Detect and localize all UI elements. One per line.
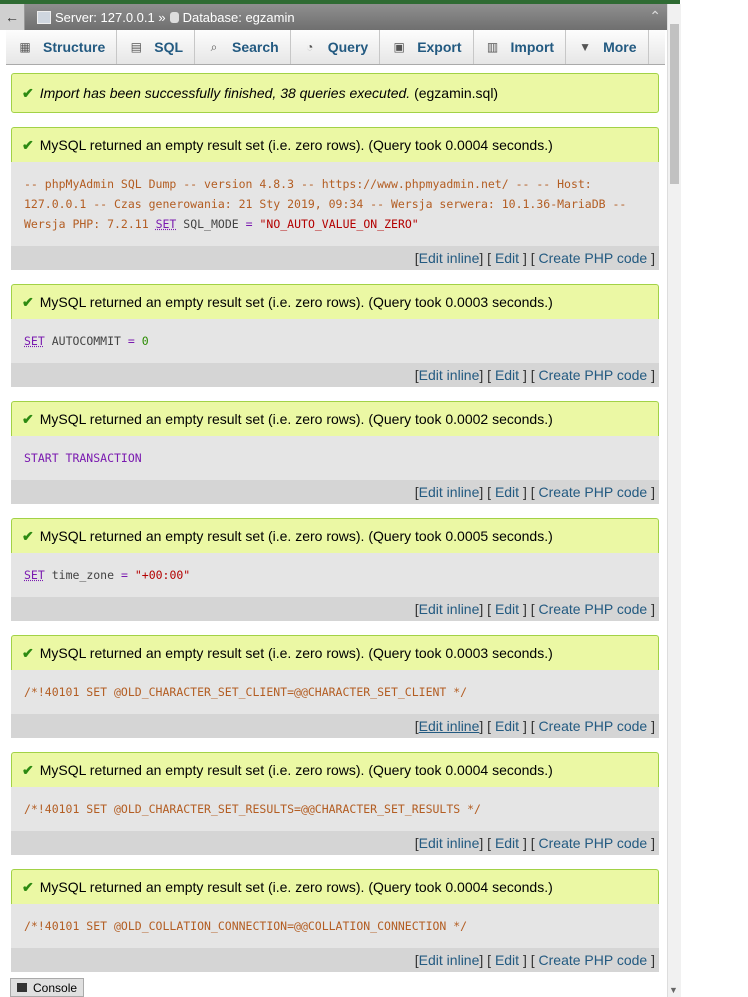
console-label: Console bbox=[33, 980, 78, 995]
check-icon: ✔ bbox=[22, 293, 34, 310]
sql-query: /*!40101 SET @OLD_CHARACTER_SET_RESULTS=… bbox=[11, 787, 659, 831]
tab-sql[interactable]: ▤ SQL bbox=[117, 30, 196, 64]
database-icon bbox=[169, 11, 179, 23]
result-message: ✔ MySQL returned an empty result set (i.e… bbox=[11, 127, 659, 162]
result-message: ✔ MySQL returned an empty result set (i.e… bbox=[11, 869, 659, 904]
query-result: ✔ MySQL returned an empty result set (i.e… bbox=[11, 401, 659, 504]
sql-query: -- phpMyAdmin SQL Dump -- version 4.8.3 … bbox=[11, 162, 659, 246]
sql-query: SET AUTOCOMMIT = 0 bbox=[11, 319, 659, 363]
structure-icon: ▦ bbox=[19, 40, 31, 54]
sql-query: SET time_zone = "+00:00" bbox=[11, 553, 659, 597]
back-arrow-icon: ← bbox=[5, 9, 19, 25]
query-actions: [Edit inline] [ Edit ] [ Create PHP code… bbox=[11, 831, 659, 855]
result-message: ✔ MySQL returned an empty result set (i.e… bbox=[11, 284, 659, 319]
check-icon: ✔ bbox=[22, 410, 34, 427]
tab-search[interactable]: ⌕ Search bbox=[195, 30, 291, 64]
create-php-code-link[interactable]: Create PHP code bbox=[539, 952, 648, 968]
console-button[interactable]: Console bbox=[10, 978, 84, 997]
results-panel: ✔ Import has been successfully finished,… bbox=[11, 73, 659, 972]
scroll-down-icon[interactable]: ▼ bbox=[669, 985, 678, 995]
breadcrumb-database[interactable]: Database: egzamin bbox=[183, 10, 295, 25]
check-icon: ✔ bbox=[22, 644, 34, 661]
query-result: ✔ MySQL returned an empty result set (i.e… bbox=[11, 284, 659, 387]
check-icon: ✔ bbox=[22, 527, 34, 544]
result-message: ✔ MySQL returned an empty result set (i.e… bbox=[11, 518, 659, 553]
sql-icon: ▤ bbox=[130, 40, 142, 54]
query-result: ✔ MySQL returned an empty result set (i.e… bbox=[11, 752, 659, 855]
query-icon: ◔ bbox=[306, 40, 314, 54]
import-success-notice: ✔ Import has been successfully finished,… bbox=[11, 73, 659, 113]
query-actions: [Edit inline] [ Edit ] [ Create PHP code… bbox=[11, 246, 659, 270]
edit-link[interactable]: Edit bbox=[495, 367, 519, 383]
scrollbar-thumb[interactable] bbox=[670, 24, 679, 184]
result-message: ✔ MySQL returned an empty result set (i.e… bbox=[11, 635, 659, 670]
query-result: ✔ MySQL returned an empty result set (i.e… bbox=[11, 127, 659, 270]
tab-import[interactable]: ▥ Import bbox=[474, 30, 567, 64]
edit-inline-link[interactable]: Edit inline bbox=[419, 367, 480, 383]
edit-inline-link[interactable]: Edit inline bbox=[419, 718, 480, 734]
query-actions: [Edit inline] [ Edit ] [ Create PHP code… bbox=[11, 948, 659, 972]
check-icon: ✔ bbox=[22, 761, 34, 778]
collapse-icon[interactable]: ⌃ bbox=[649, 8, 661, 25]
edit-inline-link[interactable]: Edit inline bbox=[419, 952, 480, 968]
edit-link[interactable]: Edit bbox=[495, 484, 519, 500]
edit-link[interactable]: Edit bbox=[495, 718, 519, 734]
edit-link[interactable]: Edit bbox=[495, 250, 519, 266]
query-actions: [Edit inline] [ Edit ] [ Create PHP code… bbox=[11, 363, 659, 387]
edit-link[interactable]: Edit bbox=[495, 601, 519, 617]
server-breadcrumb-bar: ← Server: 127.0.0.1 » Database: egzamin … bbox=[0, 4, 667, 30]
result-message: ✔ MySQL returned an empty result set (i.e… bbox=[11, 401, 659, 436]
check-icon: ✔ bbox=[22, 84, 34, 101]
vertical-scrollbar[interactable]: ▼ bbox=[667, 4, 681, 997]
sql-query: /*!40101 SET @OLD_CHARACTER_SET_CLIENT=@… bbox=[11, 670, 659, 714]
import-icon: ▥ bbox=[486, 40, 499, 54]
tab-more[interactable]: ▼ More bbox=[566, 30, 649, 64]
create-php-code-link[interactable]: Create PHP code bbox=[539, 835, 648, 851]
query-result: ✔ MySQL returned an empty result set (i.e… bbox=[11, 518, 659, 621]
query-actions: [Edit inline] [ Edit ] [ Create PHP code… bbox=[11, 597, 659, 621]
check-icon: ✔ bbox=[22, 878, 34, 895]
edit-inline-link[interactable]: Edit inline bbox=[419, 601, 480, 617]
edit-link[interactable]: Edit bbox=[495, 952, 519, 968]
breadcrumb-server[interactable]: Server: 127.0.0.1 » bbox=[55, 10, 166, 25]
edit-inline-link[interactable]: Edit inline bbox=[419, 835, 480, 851]
create-php-code-link[interactable]: Create PHP code bbox=[539, 484, 648, 500]
sql-query: START TRANSACTION bbox=[11, 436, 659, 480]
tab-structure[interactable]: ▦ Structure bbox=[6, 30, 118, 64]
server-icon bbox=[37, 10, 51, 24]
sql-query: /*!40101 SET @OLD_COLLATION_CONNECTION=@… bbox=[11, 904, 659, 948]
export-icon: ▣ bbox=[393, 40, 405, 54]
query-result: ✔ MySQL returned an empty result set (i.e… bbox=[11, 635, 659, 738]
query-result: ✔ MySQL returned an empty result set (i.e… bbox=[11, 869, 659, 972]
tab-query[interactable]: ◔ Query bbox=[291, 30, 381, 64]
edit-inline-link[interactable]: Edit inline bbox=[419, 250, 480, 266]
query-actions: [Edit inline] [ Edit ] [ Create PHP code… bbox=[11, 714, 659, 738]
result-message: ✔ MySQL returned an empty result set (i.e… bbox=[11, 752, 659, 787]
create-php-code-link[interactable]: Create PHP code bbox=[539, 601, 648, 617]
chevron-down-icon: ▼ bbox=[579, 40, 592, 54]
create-php-code-link[interactable]: Create PHP code bbox=[539, 250, 648, 266]
search-icon: ⌕ bbox=[210, 40, 218, 54]
edit-inline-link[interactable]: Edit inline bbox=[419, 484, 480, 500]
main-tabs: ▦ Structure ▤ SQL ⌕ Search ◔ Query ▣ Export ▥… bbox=[6, 30, 665, 65]
breadcrumb: Server: 127.0.0.1 » Database: egzamin bbox=[25, 10, 295, 25]
check-icon: ✔ bbox=[22, 136, 34, 153]
query-actions: [Edit inline] [ Edit ] [ Create PHP code… bbox=[11, 480, 659, 504]
create-php-code-link[interactable]: Create PHP code bbox=[539, 367, 648, 383]
create-php-code-link[interactable]: Create PHP code bbox=[539, 718, 648, 734]
edit-link[interactable]: Edit bbox=[495, 835, 519, 851]
console-icon bbox=[17, 983, 27, 992]
tab-export[interactable]: ▣ Export bbox=[380, 30, 474, 64]
import-message: Import has been successfully finished, 3… bbox=[39, 85, 499, 101]
back-button[interactable]: ← bbox=[0, 4, 25, 30]
